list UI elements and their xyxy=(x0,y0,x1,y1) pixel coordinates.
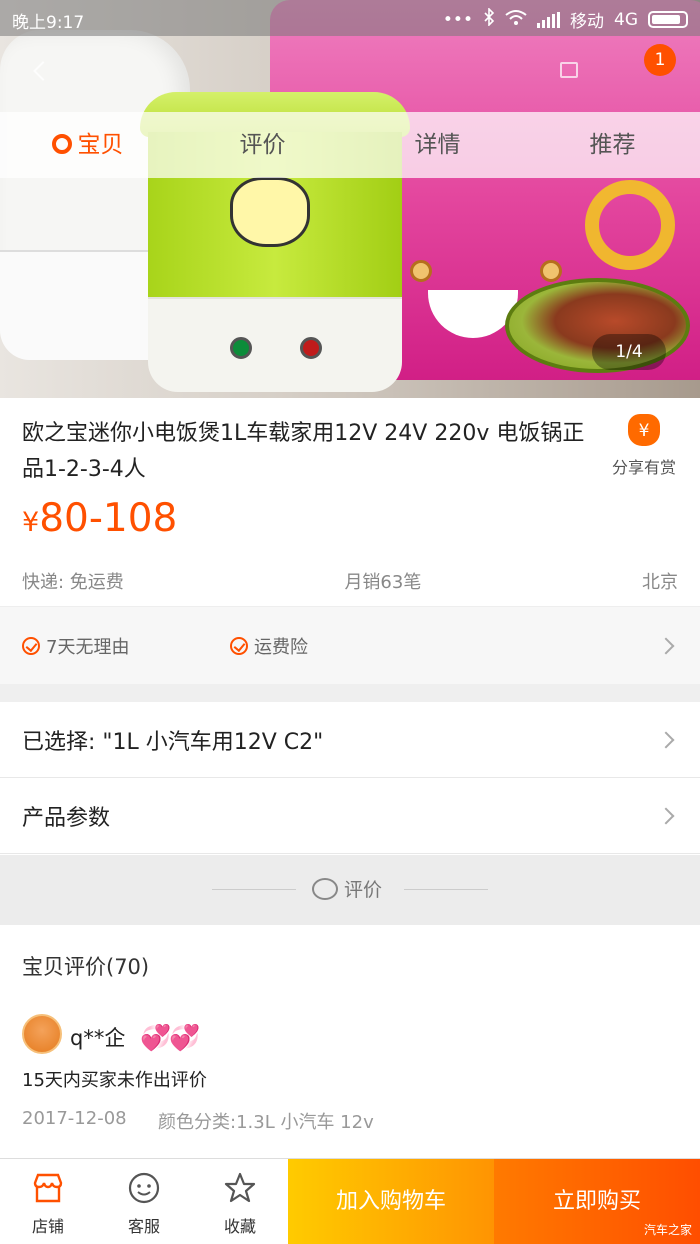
tab-item[interactable]: 宝贝 xyxy=(0,112,175,178)
review-sku: 颜色分类:1.3L 小汽车 12v xyxy=(158,1112,374,1133)
gallery-counter: 1/4 xyxy=(592,334,666,370)
chevron-right-icon xyxy=(657,807,675,825)
review-text: 15天内买家未作出评价 xyxy=(22,1070,207,1091)
selected-sku: 已选择: "1L 小汽车用12V C2" xyxy=(22,730,324,755)
network-label: 4G xyxy=(614,9,638,30)
product-image-gallery[interactable]: 1/4 xyxy=(0,0,700,398)
product-info: 欧之宝迷你小电饭煲1L车载家用12V 24V 220v 电饭锅正品1-2-3-4… xyxy=(0,398,700,606)
signal-icon xyxy=(537,11,560,28)
shop-label: 店铺 xyxy=(31,1217,64,1236)
product-page: 1/4 晚上9:17 ••• 移动 4G 1 宝贝 评价 详情 推荐 欧之宝迷你… xyxy=(0,0,700,1244)
section-gap xyxy=(0,684,700,702)
chevron-right-icon xyxy=(657,731,675,749)
service-item: 7天无理由 xyxy=(22,633,129,659)
more-dots-icon: ••• xyxy=(442,9,473,30)
blurred-region xyxy=(585,180,675,270)
monthly-sales: 月销63笔 xyxy=(344,572,422,593)
carrier-label: 移动 xyxy=(570,12,604,32)
divider-label: 评价 xyxy=(312,875,382,902)
divider-line xyxy=(212,889,296,890)
store-icon xyxy=(33,1173,63,1203)
divider-line xyxy=(404,889,488,890)
product-params-row[interactable]: 产品参数 xyxy=(0,778,700,854)
check-circle-icon xyxy=(230,637,248,655)
customer-service-label: 客服 xyxy=(127,1217,160,1236)
watermark: 汽车之家 xyxy=(643,1223,692,1237)
review-date: 2017-12-08 xyxy=(22,1108,127,1129)
check-circle-icon xyxy=(22,637,40,655)
active-tab-icon xyxy=(51,134,72,154)
product-title: 欧之宝迷你小电饭煲1L车载家用12V 24V 220v 电饭锅正品1-2-3-4… xyxy=(22,421,585,482)
reviews-header[interactable]: 宝贝评价(70) xyxy=(22,951,149,981)
bluetooth-icon xyxy=(483,7,495,31)
favorite-label: 收藏 xyxy=(223,1217,256,1236)
tab-details[interactable]: 详情 xyxy=(350,112,525,178)
member-hearts-icon: 💞💞 xyxy=(140,1023,200,1052)
product-price: ¥80-108 xyxy=(22,496,177,541)
price-value: 80-108 xyxy=(39,496,178,541)
ship-location: 北京 xyxy=(641,572,678,593)
sku-selection-row[interactable]: 已选择: "1L 小汽车用12V C2" xyxy=(0,702,700,778)
share-bag-icon: ¥ xyxy=(628,414,660,446)
review-username: q**企 xyxy=(70,1026,126,1050)
product-meta: 快递: 免运费 月销63笔 北京 xyxy=(22,568,678,594)
customer-service-button[interactable]: 客服 xyxy=(96,1159,192,1244)
section-tabs: 宝贝 评价 详情 推荐 xyxy=(0,112,700,178)
tab-reviews[interactable]: 评价 xyxy=(175,112,350,178)
reviews-section: 宝贝评价(70) q**企 💞💞 15天内买家未作出评价 2017-12-08 … xyxy=(0,925,700,1158)
currency-symbol: ¥ xyxy=(22,507,40,538)
shipping-info: 快递: 免运费 xyxy=(22,572,124,593)
params-label: 产品参数 xyxy=(22,806,111,831)
share-reward-button[interactable]: ¥ 分享有赏 xyxy=(604,414,684,478)
reviews-divider: 评价 xyxy=(0,855,700,925)
wifi-icon xyxy=(505,9,527,30)
status-icons: ••• 移动 4G xyxy=(443,7,688,32)
customer-service-icon xyxy=(128,1172,160,1204)
star-icon xyxy=(224,1172,256,1203)
status-time: 晚上9:17 xyxy=(12,13,85,33)
battery-icon xyxy=(648,11,688,28)
cart-icon[interactable] xyxy=(560,62,578,78)
comment-bubble-icon xyxy=(312,877,338,900)
cart-badge[interactable]: 1 xyxy=(644,44,676,76)
status-bar: 晚上9:17 ••• 移动 4G xyxy=(0,0,700,36)
service-item: 运费险 xyxy=(230,633,308,659)
favorite-button[interactable]: 收藏 xyxy=(192,1159,288,1244)
shop-button[interactable]: 店铺 xyxy=(0,1159,96,1244)
chevron-right-icon xyxy=(657,637,675,655)
service-guarantees[interactable]: 7天无理由 运费险 xyxy=(0,606,700,684)
add-to-cart-button[interactable]: 加入购物车 xyxy=(288,1159,494,1244)
share-label: 分享有赏 xyxy=(611,458,676,477)
bottom-action-bar: 店铺 客服 收藏 加入购物车 立即购买 汽车之家 xyxy=(0,1158,700,1244)
tab-recommend[interactable]: 推荐 xyxy=(525,112,700,178)
avatar xyxy=(22,1014,62,1054)
